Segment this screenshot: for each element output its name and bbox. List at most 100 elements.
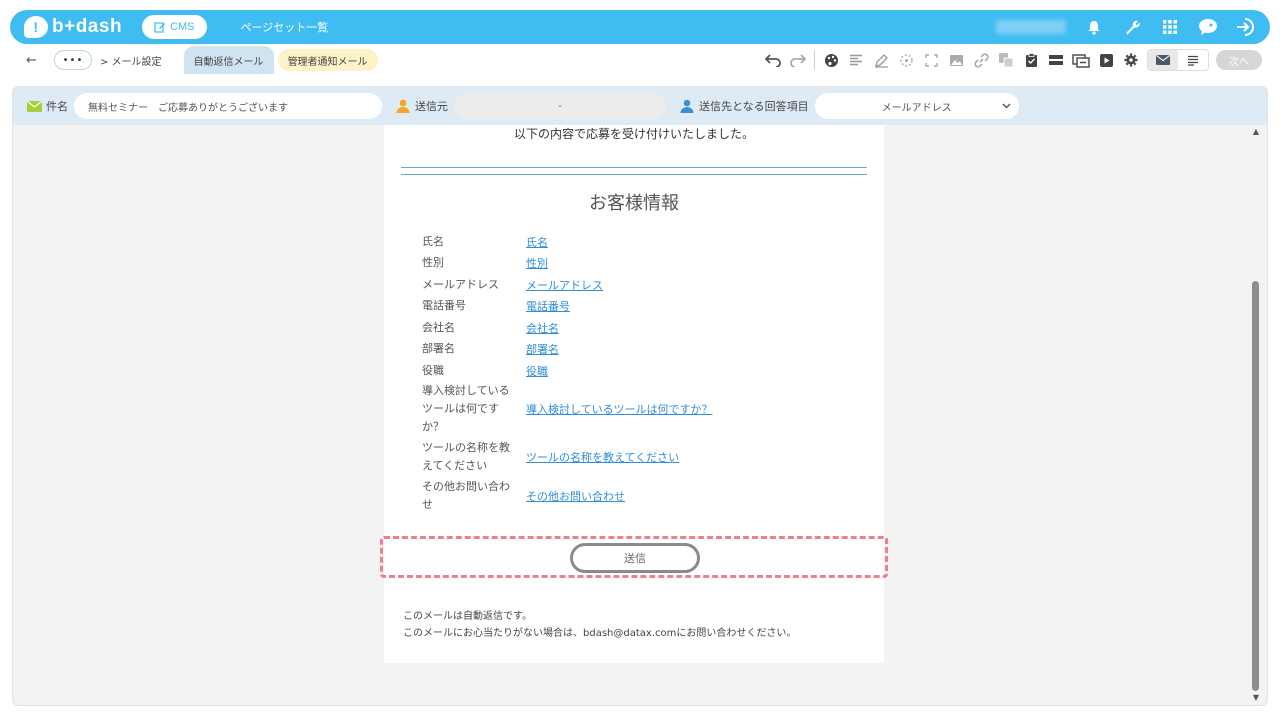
- subject-input[interactable]: 無料セミナー ご応募ありがとうございます: [74, 93, 382, 119]
- merge-tag-link[interactable]: メールアドレス: [526, 277, 603, 293]
- redo-icon[interactable]: [789, 51, 807, 69]
- merge-tag-link[interactable]: その他お問い合わせ: [526, 488, 625, 504]
- info-row: 部署名 部署名: [422, 338, 852, 360]
- info-row: 氏名 氏名: [422, 231, 852, 252]
- recipient-label-group: 送信先となる回答項目: [680, 98, 809, 114]
- clipboard-check-icon[interactable]: [1022, 51, 1040, 69]
- merge-tag-link[interactable]: 部署名: [526, 341, 559, 357]
- next-button[interactable]: 次へ: [1216, 50, 1262, 70]
- bell-icon[interactable]: [1084, 17, 1104, 37]
- divider-line: [401, 174, 867, 175]
- info-label: 氏名: [422, 234, 444, 248]
- app-header: ! b+dash CMS ページセット一覧: [10, 10, 1270, 44]
- info-row: 導入検討しているツールは何ですか？ 導入検討しているツールは何ですか？: [422, 381, 852, 437]
- info-label: 導入検討しているツールは何ですか？: [422, 384, 510, 433]
- scrollbar-thumb[interactable]: [1252, 281, 1259, 691]
- link-icon[interactable]: [972, 51, 990, 69]
- info-label: 電話番号: [422, 299, 466, 312]
- sender-label: 送信元: [415, 100, 448, 113]
- merge-tag-link[interactable]: 導入検討しているツールは何ですか？: [526, 401, 712, 417]
- subject-label-group: 件名: [27, 98, 68, 114]
- logo-icon: !: [24, 16, 48, 38]
- undo-icon[interactable]: [764, 51, 782, 69]
- mail-footer: このメールは自動返信です。 このメールにお心当たりがない場合は、bdash@da…: [403, 608, 796, 642]
- section-title: お客様情報: [589, 193, 679, 214]
- merge-tag-link[interactable]: 電話番号: [526, 298, 570, 314]
- intro-text: 以下の内容で応募を受け付けいたしました。: [513, 127, 754, 141]
- merge-tag-link[interactable]: 会社名: [526, 320, 559, 336]
- mail-fields-bar: 件名 無料セミナー ご応募ありがとうございます 送信元 - 送信先となる回答項目…: [13, 87, 1267, 125]
- vertical-scrollbar[interactable]: ▲ ▼: [1251, 127, 1261, 703]
- bdash-logo[interactable]: ! b+dash: [24, 16, 122, 38]
- sender-label-group: 送信元: [396, 98, 448, 114]
- scroll-up-arrow-icon[interactable]: ▲: [1251, 127, 1261, 137]
- merge-tag-link[interactable]: ツールの名称を教えてください: [526, 449, 679, 465]
- chevron-down-icon: [1002, 103, 1011, 109]
- cms-button[interactable]: CMS: [142, 15, 207, 39]
- logo-text: b+dash: [52, 16, 123, 37]
- info-label: ツールの名称を教えてください: [422, 441, 510, 472]
- copy-icon[interactable]: [997, 51, 1015, 69]
- person-blue-icon: [680, 99, 694, 113]
- info-row: ツールの名称を教えてください ツールの名称を教えてください: [422, 437, 852, 477]
- info-label: メールアドレス: [422, 277, 499, 291]
- logout-icon[interactable]: [1236, 17, 1256, 37]
- pen-icon[interactable]: [872, 51, 890, 69]
- text-align-icon[interactable]: [847, 51, 865, 69]
- settings-gear-icon[interactable]: [1122, 51, 1140, 69]
- breadcrumb: > メール設定: [100, 56, 162, 68]
- user-name-blurred: [996, 20, 1066, 34]
- view-mode-toggle: [1147, 49, 1209, 71]
- mail-preview-body: 以下の内容で応募を受け付けいたしました。 お客様情報 氏名 氏名 性別 性別 メ…: [380, 125, 888, 663]
- submit-button[interactable]: 送信: [570, 543, 700, 573]
- tab-admin-notify-mail[interactable]: 管理者通知メール: [277, 49, 378, 71]
- divider-block-icon[interactable]: [1047, 51, 1065, 69]
- merge-tag-link[interactable]: 氏名: [526, 234, 548, 250]
- info-row: その他お問い合わせ その他お問い合わせ: [422, 477, 852, 515]
- page-set-list-link[interactable]: ページセット一覧: [241, 19, 329, 35]
- text-view-icon[interactable]: [1178, 50, 1208, 70]
- person-orange-icon: [396, 99, 410, 113]
- info-label: 部署名: [422, 342, 455, 355]
- envelope-icon: [27, 100, 42, 112]
- editor-toolbar: ← ••• > メール設定 自動返信メール 管理者通知メール 次へ: [8, 46, 1272, 74]
- tab-auto-reply-mail[interactable]: 自動返信メール: [183, 46, 274, 74]
- recipient-select-value: メールアドレス: [881, 102, 952, 114]
- scroll-down-arrow-icon[interactable]: ▼: [1251, 693, 1261, 703]
- info-row: 性別 性別: [422, 252, 852, 274]
- sender-input[interactable]: -: [454, 93, 666, 119]
- footer-line: このメールにお心当たりがない場合は、bdash@datax.comにお問い合わせ…: [403, 628, 797, 639]
- toolbar-divider: [814, 50, 815, 70]
- merge-tag-link[interactable]: 役職: [526, 363, 548, 379]
- footer-line: このメールは自動返信です。: [403, 611, 532, 622]
- frame-icon[interactable]: [922, 51, 940, 69]
- mail-editor: 件名 無料セミナー ご応募ありがとうございます 送信元 - 送信先となる回答項目…: [12, 86, 1268, 706]
- recipient-select[interactable]: メールアドレス: [814, 93, 1019, 119]
- recipient-label: 送信先となる回答項目: [699, 100, 809, 113]
- image-icon[interactable]: [947, 51, 965, 69]
- more-menu-button[interactable]: •••: [54, 50, 92, 70]
- spinner-icon[interactable]: [897, 51, 915, 69]
- cms-label: CMS: [170, 21, 195, 33]
- video-icon[interactable]: [1097, 51, 1115, 69]
- info-row: 会社名 会社名: [422, 317, 852, 338]
- grid-menu-icon[interactable]: [1160, 17, 1180, 37]
- button-block-icon[interactable]: [1072, 51, 1090, 69]
- info-label: その他お問い合わせ: [422, 480, 510, 511]
- info-label: 会社名: [422, 320, 455, 334]
- divider-line: [401, 167, 867, 168]
- info-row: 電話番号 電話番号: [422, 295, 852, 317]
- subject-label: 件名: [46, 100, 68, 113]
- mail-view-icon[interactable]: [1148, 50, 1178, 70]
- info-row: メールアドレス メールアドレス: [422, 274, 852, 295]
- palette-icon[interactable]: [822, 51, 840, 69]
- info-label: 役職: [422, 363, 444, 377]
- edit-icon: [154, 22, 166, 33]
- support-chat-icon[interactable]: [1198, 17, 1218, 37]
- wrench-icon[interactable]: [1122, 17, 1142, 37]
- info-row: 役職 役職: [422, 360, 852, 381]
- highlighted-submit-block[interactable]: 送信: [380, 536, 888, 578]
- merge-tag-link[interactable]: 性別: [526, 255, 548, 271]
- customer-info-table: 氏名 氏名 性別 性別 メールアドレス メールアドレス 電話番号 電話番号 会社…: [422, 231, 852, 515]
- back-arrow-icon[interactable]: ←: [26, 53, 46, 68]
